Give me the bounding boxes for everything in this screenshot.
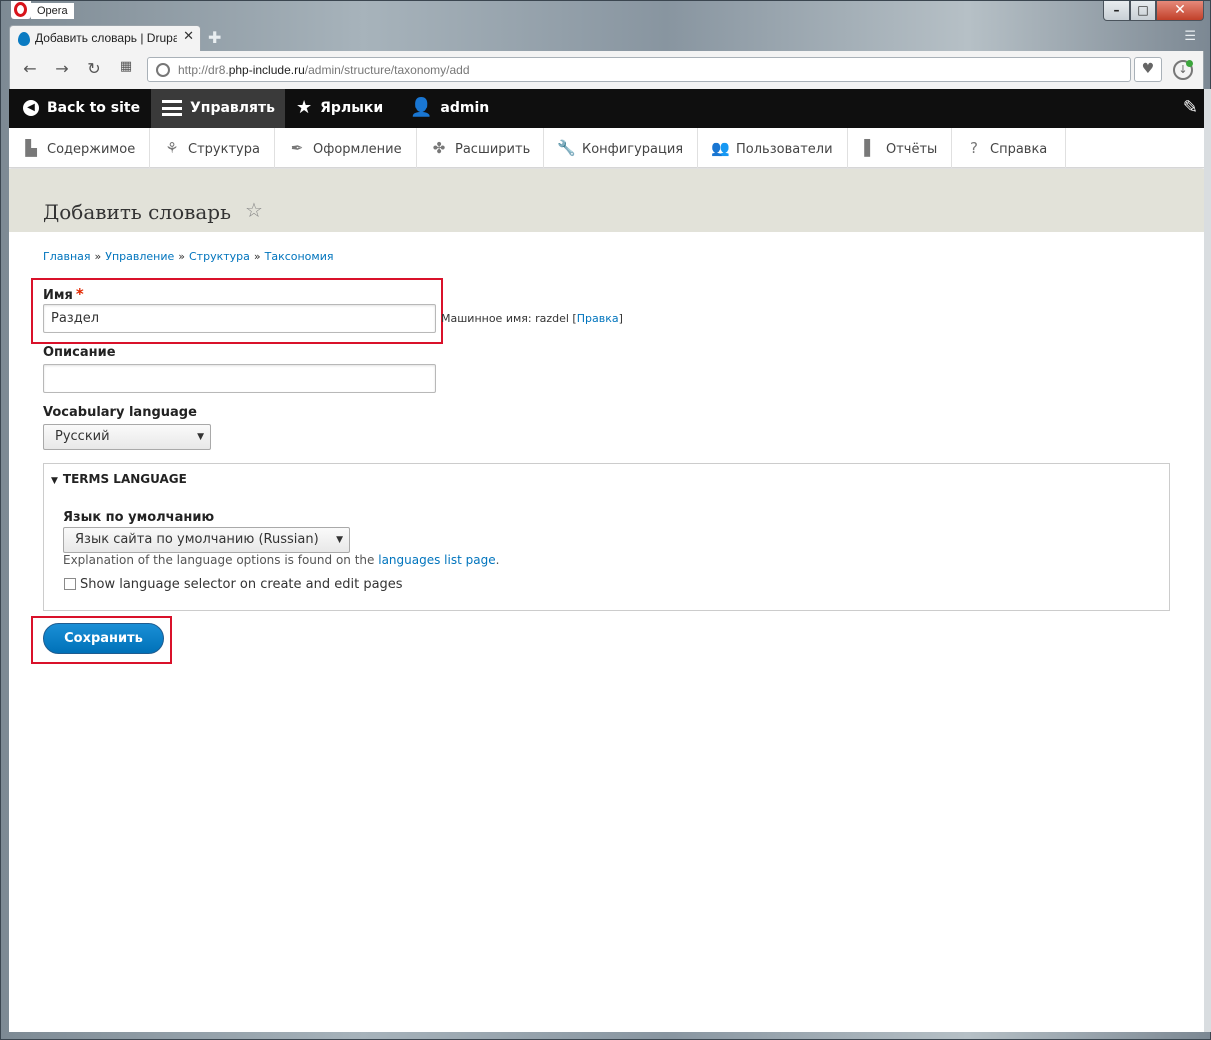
description-label: Описание: [43, 345, 116, 360]
triangle-down-icon: ▼: [51, 476, 58, 486]
language-explanation: Explanation of the language options is f…: [63, 553, 500, 567]
browser-window: Opera – □ ✕ Добавить словарь | Drupa ✕ ✚…: [0, 0, 1211, 1040]
name-label: Имя *: [43, 285, 84, 303]
browser-toolbar: ← → ↻ ▦ http://dr8.php-include.ru/admin/…: [9, 51, 1204, 89]
terms-language-toggle[interactable]: ▼ Terms language: [51, 472, 187, 486]
name-input[interactable]: Раздел: [43, 304, 436, 333]
breadcrumb-separator: »: [178, 250, 185, 263]
tray-item-extend[interactable]: ✤ Расширить: [417, 128, 544, 168]
globe-icon: [156, 63, 170, 77]
minimize-button[interactable]: –: [1103, 1, 1130, 21]
page-header: Добавить словарь ☆: [9, 169, 1204, 232]
default-language-select[interactable]: Язык сайта по умолчанию (Russian) ▼: [63, 527, 350, 553]
address-bar[interactable]: http://dr8.php-include.ru/admin/structur…: [147, 57, 1131, 82]
opera-logo[interactable]: [11, 1, 31, 19]
tray-item-content[interactable]: ▙ Содержимое: [9, 128, 150, 168]
save-button[interactable]: Сохранить: [43, 623, 164, 654]
shortcuts-tab[interactable]: ★ Ярлыки: [296, 89, 383, 128]
back-circle-icon: ◀: [23, 100, 39, 116]
puzzle-icon: ✤: [432, 139, 446, 157]
tab-menu-icon[interactable]: ☰: [1184, 29, 1196, 44]
back-arrow-icon[interactable]: ←: [20, 59, 40, 78]
description-input[interactable]: [43, 364, 436, 393]
download-icon[interactable]: ↓: [1173, 60, 1193, 80]
structure-icon: ⚘: [165, 139, 179, 157]
edit-pencil-icon[interactable]: ✎: [1183, 97, 1198, 118]
wrench-icon: 🔧: [557, 139, 576, 157]
reload-icon[interactable]: ↻: [84, 59, 104, 78]
browser-tab[interactable]: Добавить словарь | Drupa ✕: [9, 25, 201, 51]
tray-item-reports[interactable]: ▌ Отчёты: [848, 128, 952, 168]
chevron-down-icon: ▼: [197, 432, 204, 442]
vocab-language-select[interactable]: Русский ▼: [43, 424, 211, 450]
help-icon: ?: [970, 139, 978, 157]
star-icon: ★: [296, 97, 313, 118]
tray-item-people[interactable]: 👥 Пользователи: [698, 128, 848, 168]
close-tab-icon[interactable]: ✕: [183, 29, 194, 44]
show-language-selector-checkbox[interactable]: [64, 578, 76, 590]
machine-name: Машинное имя: razdel [Правка]: [441, 312, 623, 325]
breadcrumb-taxonomy[interactable]: Таксономия: [265, 250, 334, 263]
admin-menu-tray: ▙ Содержимое ⚘ Структура ✒ Оформление ✤ Расш…: [9, 128, 1204, 168]
show-language-selector-label[interactable]: Show language selector on create and edi…: [80, 577, 403, 592]
title-bar: Opera – □ ✕: [1, 1, 1211, 23]
tray-item-appearance[interactable]: ✒ Оформление: [275, 128, 417, 168]
close-window-button[interactable]: ✕: [1156, 1, 1204, 21]
tray-item-help[interactable]: ? Справка: [952, 128, 1066, 168]
shortcut-star-icon[interactable]: ☆: [245, 198, 263, 222]
opera-menu-label[interactable]: Opera: [31, 3, 74, 19]
brush-icon: ✒: [290, 139, 304, 157]
terms-language-fieldset: ▼ Terms language Язык по умолчанию Язык с…: [43, 463, 1170, 611]
page-title: Добавить словарь: [43, 200, 231, 224]
breadcrumb-structure[interactable]: Структура: [189, 250, 250, 263]
tray-item-structure[interactable]: ⚘ Структура: [150, 128, 275, 168]
tab-strip: Добавить словарь | Drupa ✕ ✚ ☰: [9, 25, 1204, 51]
languages-list-link[interactable]: languages list page: [378, 553, 495, 567]
breadcrumb-home[interactable]: Главная: [43, 250, 91, 263]
manage-tab[interactable]: Управлять: [151, 89, 285, 128]
chevron-down-icon: ▼: [336, 535, 343, 545]
user-tab[interactable]: 👤 admin: [410, 89, 489, 128]
scrollbar[interactable]: [1204, 89, 1211, 1032]
user-icon: 👤: [410, 97, 433, 118]
speed-dial-icon[interactable]: ▦: [116, 59, 136, 74]
vocab-language-label: Vocabulary language: [43, 405, 197, 420]
new-tab-icon[interactable]: ✚: [208, 28, 221, 47]
tray-item-configuration[interactable]: 🔧 Конфигурация: [544, 128, 698, 168]
people-icon: 👥: [711, 139, 730, 157]
breadcrumb-admin[interactable]: Управление: [105, 250, 174, 263]
file-icon: ▙: [25, 139, 37, 157]
breadcrumb-separator: »: [94, 250, 102, 263]
maximize-button[interactable]: □: [1130, 1, 1156, 21]
default-language-label: Язык по умолчанию: [63, 510, 215, 525]
drupal-favicon-icon: [18, 32, 30, 46]
back-to-site-link[interactable]: ◀ Back to site: [23, 89, 140, 128]
bar-chart-icon: ▌: [864, 139, 876, 157]
breadcrumb-separator: »: [253, 250, 261, 263]
machine-name-edit-link[interactable]: Правка: [577, 312, 619, 325]
breadcrumb: Главная» Управление» Структура» Таксономия: [43, 250, 333, 263]
hamburger-icon: [162, 100, 182, 116]
forward-arrow-icon[interactable]: →: [52, 59, 72, 78]
tab-title: Добавить словарь | Drupa: [35, 31, 177, 45]
required-mark: *: [75, 285, 84, 303]
page-viewport: ◀ Back to site Управлять ★ Ярлыки 👤 admin ✎…: [9, 89, 1204, 1032]
admin-toolbar: ◀ Back to site Управлять ★ Ярлыки 👤 admin ✎: [9, 89, 1204, 128]
address-url[interactable]: http://dr8.php-include.ru/admin/structur…: [178, 63, 470, 77]
bookmark-heart-icon[interactable]: ♥: [1134, 57, 1162, 82]
